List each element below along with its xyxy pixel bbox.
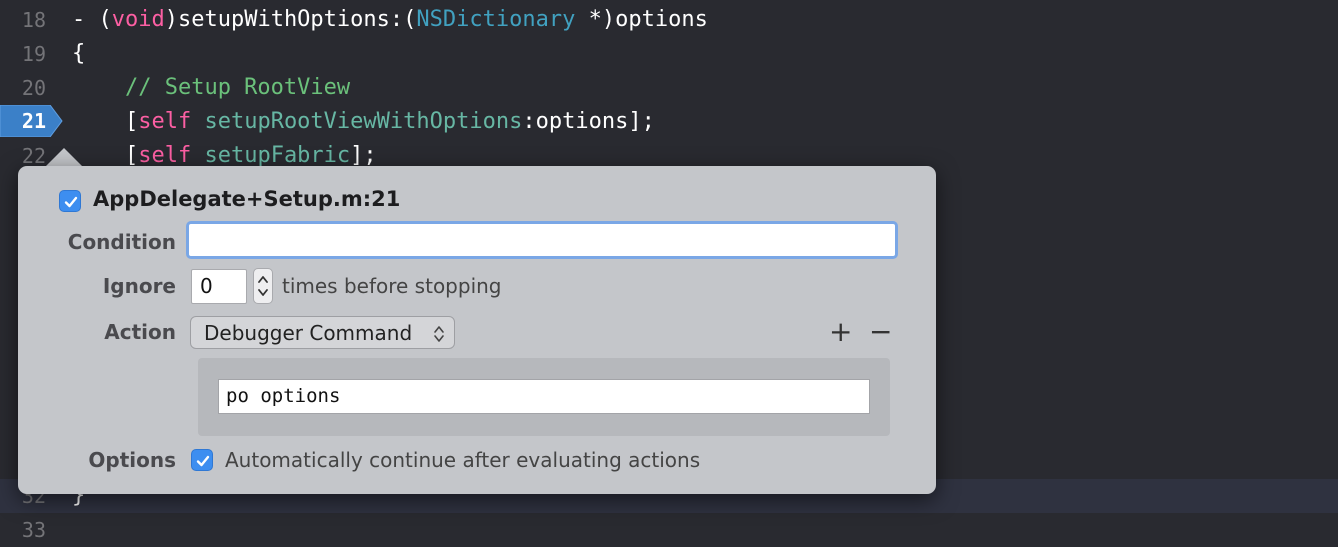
code-token: setupRootViewWithOptions bbox=[204, 109, 523, 134]
code-line[interactable]: 18 - (void)setupWithOptions:(NSDictionary… bbox=[0, 3, 1338, 37]
action-type-select[interactable]: Debugger Command bbox=[190, 316, 455, 349]
add-action-button[interactable]: + bbox=[829, 317, 852, 347]
auto-continue-checkbox[interactable] bbox=[191, 449, 213, 471]
checkmark-icon bbox=[64, 196, 78, 208]
code-text: - (void)setupWithOptions:(NSDictionary *… bbox=[72, 3, 708, 37]
ignore-suffix-text: times before stopping bbox=[282, 274, 502, 298]
code-token: NSDictionary bbox=[416, 7, 576, 32]
code-token: void bbox=[111, 7, 165, 32]
auto-continue-label: Automatically continue after evaluating … bbox=[225, 448, 701, 472]
breakpoint-line-number: 21 bbox=[21, 109, 46, 133]
code-token: // Setup RootView bbox=[72, 75, 351, 100]
code-token: self bbox=[138, 143, 192, 168]
code-line[interactable]: 19 { bbox=[0, 37, 1338, 71]
breakpoint-editor-popover: AppDelegate+Setup.m:21 Condition Ignore … bbox=[18, 166, 936, 494]
code-token: self bbox=[138, 109, 192, 134]
code-text: { bbox=[72, 37, 85, 71]
code-token: setupFabric bbox=[204, 143, 351, 168]
code-text: [self setupRootViewWithOptions:options]; bbox=[72, 105, 655, 139]
code-token: { bbox=[72, 41, 86, 66]
code-token: [ bbox=[72, 109, 139, 134]
breakpoint-enabled-checkbox[interactable] bbox=[59, 190, 81, 212]
line-number[interactable]: 33 bbox=[0, 513, 46, 547]
remove-action-button[interactable]: − bbox=[869, 317, 892, 347]
action-label: Action bbox=[104, 320, 176, 344]
code-line[interactable]: 20 // Setup RootView bbox=[0, 71, 1338, 105]
code-text: // Setup RootView bbox=[72, 71, 350, 105]
ignore-count-stepper[interactable] bbox=[253, 268, 273, 304]
line-number[interactable]: 19 bbox=[0, 37, 46, 71]
options-label: Options bbox=[88, 448, 176, 472]
code-token: ]; bbox=[350, 143, 377, 168]
code-line[interactable]: 33 bbox=[0, 513, 1338, 547]
breakpoint-marker[interactable]: 21 bbox=[0, 105, 64, 137]
code-token: :options]; bbox=[522, 109, 655, 134]
line-number[interactable]: 20 bbox=[0, 71, 46, 105]
updown-chevron-icon bbox=[434, 326, 444, 342]
line-number[interactable]: 18 bbox=[0, 3, 46, 37]
breakpoint-title: AppDelegate+Setup.m:21 bbox=[93, 187, 401, 211]
code-token: )setupWithOptions:( bbox=[164, 7, 417, 32]
debugger-command-input[interactable]: po options bbox=[218, 379, 870, 414]
code-token: *)options bbox=[575, 7, 708, 32]
code-token: - ( bbox=[72, 7, 112, 32]
popover-arrow bbox=[44, 148, 84, 168]
action-type-value: Debugger Command bbox=[204, 321, 413, 345]
ignore-count-input[interactable]: 0 bbox=[191, 269, 247, 304]
ignore-label: Ignore bbox=[102, 274, 176, 298]
code-line[interactable]: 21 [self setupRootViewWithOptions:option… bbox=[0, 105, 1338, 139]
action-panel: po options bbox=[198, 358, 890, 436]
stepper-arrows-icon bbox=[258, 276, 268, 296]
condition-label: Condition bbox=[67, 230, 176, 254]
checkmark-icon bbox=[196, 455, 210, 467]
condition-input[interactable] bbox=[186, 221, 898, 259]
